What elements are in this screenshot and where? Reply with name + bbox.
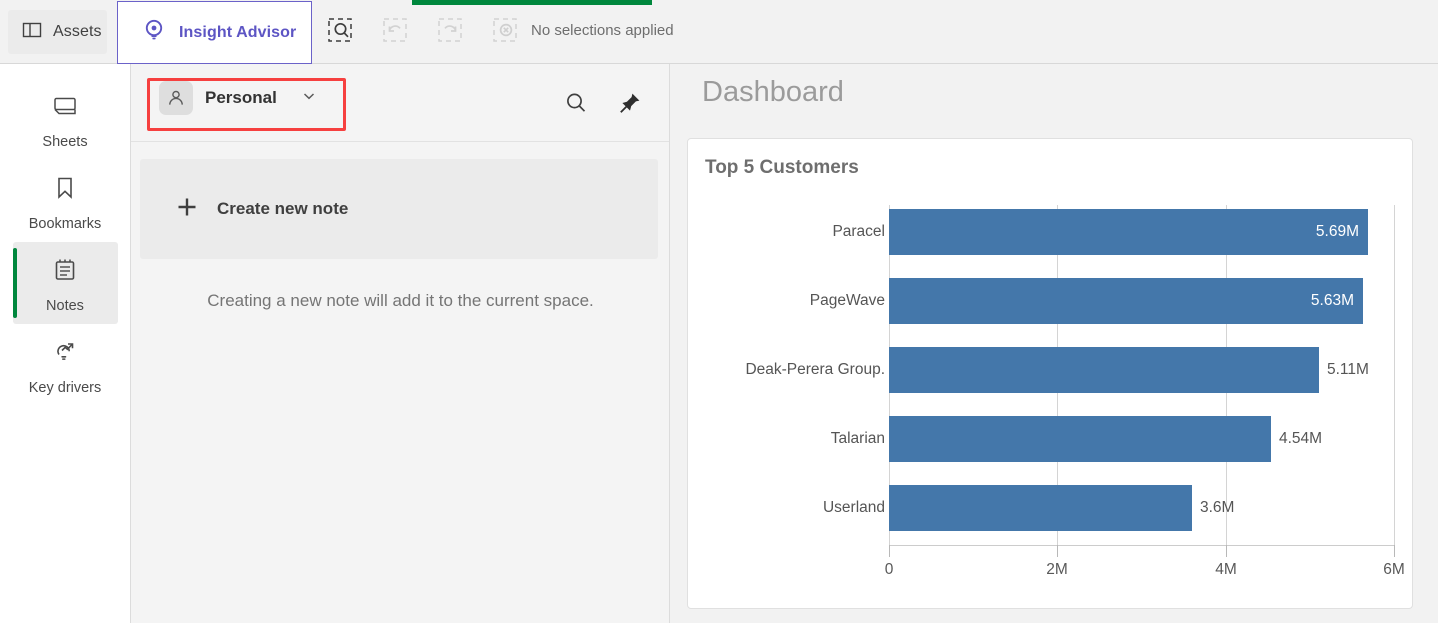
insight-advisor-label: Insight Advisor bbox=[179, 24, 296, 42]
page-title: Dashboard bbox=[702, 76, 844, 109]
selection-status-text: No selections applied bbox=[531, 22, 674, 39]
notes-icon bbox=[51, 256, 79, 289]
chart-x-tick-label: 4M bbox=[1215, 561, 1237, 579]
create-new-note-label: Create new note bbox=[217, 199, 348, 219]
notes-empty-hint: Creating a new note will add it to the c… bbox=[131, 291, 670, 311]
sidebar-item-label: Key drivers bbox=[29, 380, 102, 396]
search-icon[interactable] bbox=[563, 90, 589, 116]
chart-x-tick bbox=[1394, 545, 1395, 557]
sidebar-item-notes[interactable]: Notes bbox=[13, 242, 118, 324]
chart-value-label: 5.69M bbox=[1316, 209, 1359, 255]
create-new-note-button[interactable]: Create new note bbox=[140, 159, 658, 259]
chart-category-label: Deak-Perera Group. bbox=[745, 347, 885, 393]
rail-spacer-top bbox=[0, 64, 130, 78]
sheets-icon bbox=[51, 92, 79, 125]
sidebar-item-label: Bookmarks bbox=[29, 216, 102, 232]
sidebar-item-sheets[interactable]: Sheets bbox=[13, 78, 118, 160]
bookmark-icon bbox=[51, 174, 79, 207]
chart-category-label: PageWave bbox=[810, 278, 885, 324]
chart-bar-row[interactable]: Userland 3.6M bbox=[688, 485, 1414, 531]
notes-panel-header: Personal bbox=[131, 64, 669, 142]
sidebar-item-label: Notes bbox=[46, 298, 84, 314]
space-picker-dropdown[interactable]: Personal bbox=[159, 81, 317, 115]
chart-bar[interactable]: 5.63M bbox=[889, 278, 1363, 324]
assets-label: Assets bbox=[53, 23, 102, 41]
top-toolbar: Assets Insight Advisor bbox=[0, 0, 1438, 64]
chart-x-tick bbox=[1057, 545, 1058, 557]
chart-x-tick-label: 0 bbox=[885, 561, 894, 579]
chart-bar[interactable] bbox=[889, 347, 1319, 393]
chart-bar[interactable]: 5.69M bbox=[889, 209, 1368, 255]
chart-title: Top 5 Customers bbox=[705, 157, 859, 179]
dashboard-area: Dashboard Top 5 Customers 0 2M 4M 6M Paracel… bbox=[670, 64, 1438, 623]
person-icon bbox=[159, 81, 193, 115]
chart-category-label: Paracel bbox=[832, 209, 885, 255]
chart-category-label: Talarian bbox=[831, 416, 885, 462]
chart-x-tick-label: 2M bbox=[1046, 561, 1068, 579]
chart-bar[interactable] bbox=[889, 416, 1271, 462]
pin-icon[interactable] bbox=[617, 90, 643, 116]
lightbulb-eye-icon bbox=[142, 18, 166, 47]
chart-bar[interactable] bbox=[889, 485, 1192, 531]
chart-bar-row[interactable]: Deak-Perera Group. 5.11M bbox=[688, 347, 1414, 393]
notes-panel: Personal bbox=[131, 64, 670, 623]
chart-value-label: 5.63M bbox=[1311, 278, 1354, 324]
sidebar-item-bookmarks[interactable]: Bookmarks bbox=[13, 160, 118, 242]
chart-bar-row[interactable]: PageWave 5.63M bbox=[688, 278, 1414, 324]
tab-insight-advisor[interactable]: Insight Advisor bbox=[117, 1, 312, 64]
selection-toolbar bbox=[326, 16, 519, 44]
clear-selections-icon bbox=[491, 16, 519, 44]
plus-icon bbox=[176, 196, 198, 223]
undo-icon bbox=[381, 16, 409, 44]
chevron-down-icon[interactable] bbox=[301, 88, 317, 109]
top-5-customers-bar-chart[interactable]: 0 2M 4M 6M Paracel 5.69M PageWave 5.63M Deak-Per… bbox=[688, 197, 1414, 609]
selection-search-icon[interactable] bbox=[326, 16, 354, 44]
chart-bar-row[interactable]: Talarian 4.54M bbox=[688, 416, 1414, 462]
chart-x-tick bbox=[1226, 545, 1227, 557]
key-drivers-icon bbox=[51, 338, 79, 371]
panel-icon bbox=[21, 19, 43, 46]
chart-value-label: 3.6M bbox=[1200, 485, 1234, 531]
space-name-label: Personal bbox=[205, 88, 277, 108]
chart-category-label: Userland bbox=[823, 485, 885, 531]
sidebar-item-label: Sheets bbox=[42, 134, 87, 150]
chart-value-label: 4.54M bbox=[1279, 416, 1322, 462]
chart-x-tick-label: 6M bbox=[1383, 561, 1405, 579]
sidebar-item-key-drivers[interactable]: Key drivers bbox=[13, 324, 118, 406]
chart-value-label: 5.11M bbox=[1327, 347, 1369, 393]
notes-header-actions bbox=[563, 90, 643, 116]
active-sheet-indicator bbox=[412, 0, 652, 5]
assets-button[interactable]: Assets bbox=[8, 10, 107, 54]
left-nav-rail: Sheets Bookmarks bbox=[0, 64, 131, 623]
chart-card[interactable]: Top 5 Customers 0 2M 4M 6M Paracel 5.69M PageW… bbox=[687, 138, 1413, 609]
redo-icon bbox=[436, 16, 464, 44]
chart-bar-row[interactable]: Paracel 5.69M bbox=[688, 209, 1414, 255]
chart-x-axis-line bbox=[889, 545, 1394, 546]
qlik-app-window: Assets Insight Advisor bbox=[0, 0, 1438, 623]
chart-x-tick bbox=[889, 545, 890, 557]
